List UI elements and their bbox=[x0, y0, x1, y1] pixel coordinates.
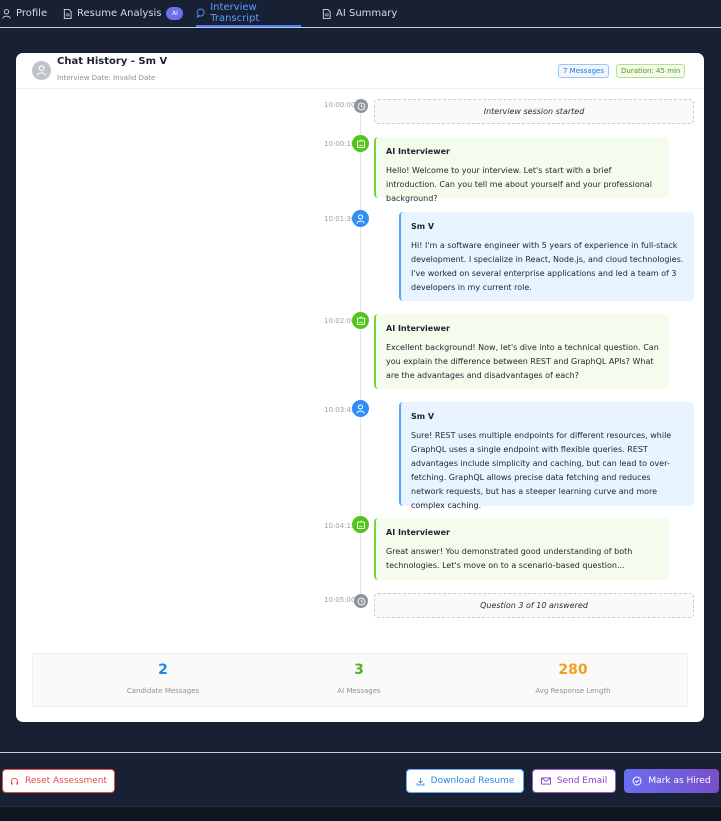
divider bbox=[0, 752, 721, 753]
download-resume-button[interactable]: Download Resume bbox=[406, 769, 524, 793]
card-header: Chat History - Sm V Interview Date: Inva… bbox=[16, 53, 704, 89]
avatar bbox=[32, 61, 51, 80]
stat-candidate-messages: 2 Candidate Messages bbox=[83, 662, 243, 695]
message-text: Sure! REST uses multiple endpoints for d… bbox=[411, 431, 672, 510]
timestamp: 10:04:15 bbox=[324, 522, 356, 530]
duration-tag: Duration: 45 min bbox=[616, 64, 686, 78]
message-text: Hello! Welcome to your interview. Let's … bbox=[386, 166, 652, 203]
check-circle-icon bbox=[632, 776, 642, 786]
headset-icon bbox=[10, 777, 19, 785]
user-icon bbox=[2, 8, 11, 19]
stat-ai-messages: 3 AI Messages bbox=[279, 662, 439, 695]
tab-interview-transcript[interactable]: Interview Transcript bbox=[196, 0, 301, 27]
tab-resume-analysis-label: Resume Analysis bbox=[77, 8, 162, 19]
stat-label: Candidate Messages bbox=[126, 687, 200, 695]
stat-value: 3 bbox=[354, 662, 364, 678]
mark-as-hired-button[interactable]: Mark as Hired bbox=[624, 769, 719, 793]
clock-icon bbox=[354, 594, 368, 608]
timestamp: 10:00:00 bbox=[324, 101, 356, 109]
timestamp: 10:03:45 bbox=[324, 406, 356, 414]
download-icon bbox=[416, 777, 425, 785]
ai-badge: AI bbox=[166, 7, 184, 20]
stat-avg-response-length: 280 Avg Response Length bbox=[493, 662, 653, 695]
message-text: Hi! I'm a software engineer with 5 years… bbox=[411, 241, 684, 292]
tab-bar: Profile Resume Analysis AI Interview Tra… bbox=[0, 0, 721, 28]
message-stats: 2 Candidate Messages 3 AI Messages 280 A… bbox=[32, 653, 688, 707]
mail-icon bbox=[540, 777, 551, 785]
system-message: Interview session started bbox=[374, 99, 694, 124]
user-icon bbox=[352, 210, 369, 227]
robot-icon bbox=[352, 312, 369, 329]
tab-ai-summary[interactable]: AI Summary bbox=[322, 0, 397, 27]
stat-label: AI Messages bbox=[337, 687, 381, 695]
reset-assessment-button[interactable]: Reset Assessment bbox=[2, 769, 115, 793]
sender-name: Sm V bbox=[411, 222, 435, 231]
document-icon bbox=[322, 8, 331, 19]
chat-title: Chat History - Sm V bbox=[57, 56, 168, 67]
bottom-strip bbox=[0, 806, 721, 821]
system-message: Question 3 of 10 answered bbox=[374, 593, 694, 618]
timestamp: 10:00:15 bbox=[324, 140, 356, 148]
chat-history-card: Chat History - Sm V Interview Date: Inva… bbox=[16, 53, 704, 722]
sender-name: AI Interviewer bbox=[386, 324, 450, 333]
ai-message: AI Interviewer Great answer! You demonst… bbox=[374, 518, 669, 580]
stat-value: 280 bbox=[558, 662, 588, 678]
send-email-button[interactable]: Send Email bbox=[532, 769, 616, 793]
user-icon bbox=[36, 65, 47, 76]
sender-name: AI Interviewer bbox=[386, 147, 450, 156]
ai-message: AI Interviewer Excellent background! Now… bbox=[374, 314, 669, 389]
user-icon bbox=[352, 400, 369, 417]
message-text: Great answer! You demonstrated good unde… bbox=[386, 547, 633, 570]
ai-message: AI Interviewer Hello! Welcome to your in… bbox=[374, 137, 669, 203]
sender-name: AI Interviewer bbox=[386, 528, 450, 537]
document-icon bbox=[63, 8, 72, 19]
send-email-label: Send Email bbox=[556, 776, 608, 786]
tab-profile[interactable]: Profile bbox=[2, 0, 47, 27]
download-resume-label: Download Resume bbox=[430, 776, 515, 786]
sender-name: Sm V bbox=[411, 412, 435, 421]
clock-icon bbox=[354, 99, 368, 113]
chat-icon bbox=[196, 8, 205, 18]
timestamp: 10:01:30 bbox=[324, 215, 356, 223]
candidate-message: Sm V Sure! REST uses multiple endpoints … bbox=[399, 402, 694, 510]
message-count-tag: 7 Messages bbox=[558, 64, 610, 78]
tab-profile-label: Profile bbox=[16, 8, 48, 19]
timestamp: 10:02:00 bbox=[324, 317, 356, 325]
robot-icon bbox=[352, 516, 369, 533]
message-text: Excellent background! Now, let's dive in… bbox=[386, 343, 659, 380]
reset-assessment-label: Reset Assessment bbox=[25, 776, 107, 786]
interview-date: Interview Date: Invalid Date bbox=[57, 74, 156, 82]
tab-resume-analysis[interactable]: Resume Analysis AI bbox=[63, 0, 184, 27]
tab-ai-summary-label: AI Summary bbox=[336, 8, 398, 19]
timestamp: 10:05:00 bbox=[324, 596, 356, 604]
tab-interview-transcript-label: Interview Transcript bbox=[210, 1, 260, 24]
candidate-message: Sm V Hi! I'm a software engineer with 5 … bbox=[399, 212, 694, 301]
robot-icon bbox=[352, 135, 369, 152]
stat-label: Avg Response Length bbox=[535, 687, 611, 695]
stat-value: 2 bbox=[158, 662, 168, 678]
mark-as-hired-label: Mark as Hired bbox=[648, 776, 711, 786]
